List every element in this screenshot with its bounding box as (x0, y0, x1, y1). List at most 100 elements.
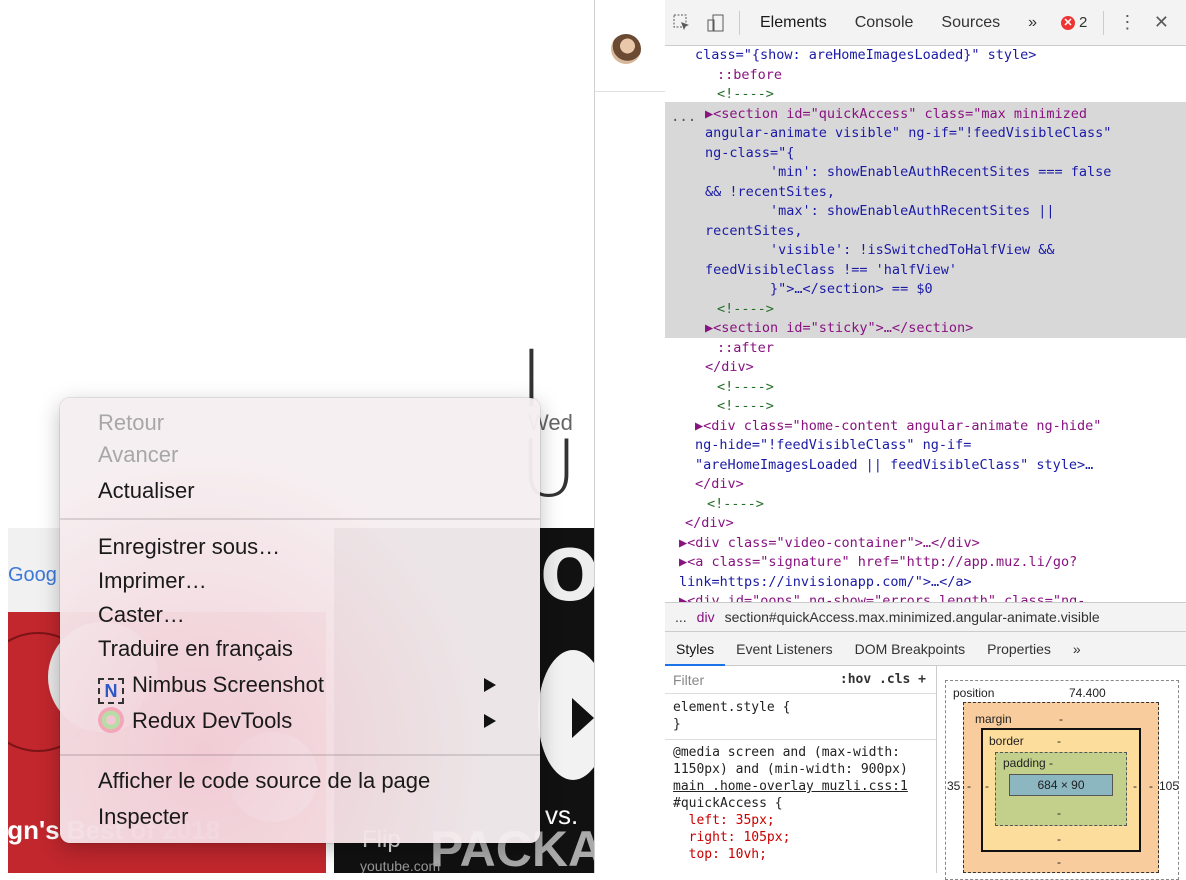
border-right-value[interactable]: - (1133, 779, 1137, 793)
device-toolbar-icon[interactable] (699, 0, 733, 46)
menu-item-nimbus-screenshot[interactable]: N Nimbus Screenshot (98, 670, 520, 704)
error-count-badge[interactable]: ✕ 2 (1051, 14, 1097, 31)
video-overlay-text: vs. (545, 800, 579, 830)
margin-label: margin (975, 712, 1012, 726)
more-style-tabs-button[interactable]: » (1062, 632, 1092, 666)
menu-item-translate[interactable]: Traduire en français (98, 634, 520, 664)
dom-tree[interactable]: ... class="{show: areHomeImagesLoaded}" … (665, 46, 1186, 602)
dom-node-line[interactable]: 'min': showEnableAuthRecentSites === fal… (705, 163, 1111, 183)
dom-node-line[interactable]: 'max': showEnableAuthRecentSites || (705, 202, 1054, 222)
menu-item-print[interactable]: Imprimer… (98, 566, 520, 596)
dom-node-line[interactable]: link=https://invisionapp.com/">…</a> (679, 573, 972, 593)
margin-right-value[interactable]: - (1149, 779, 1153, 793)
style-property[interactable]: right: 105px; (673, 830, 791, 845)
border-value[interactable]: - (1057, 734, 1061, 748)
menu-item-save-as[interactable]: Enregistrer sous… (98, 532, 520, 562)
style-line: @media screen and (max-width: (673, 745, 900, 760)
menu-item-forward[interactable]: Avancer (98, 440, 520, 470)
dom-node-line[interactable]: <!----> (707, 495, 764, 515)
tab-event-listeners[interactable]: Event Listeners (725, 632, 844, 666)
dom-node-line[interactable]: class="{show: areHomeImagesLoaded}" styl… (695, 46, 1036, 66)
dom-node-line[interactable]: ng-hide="!feedVisibleClass" ng-if= (695, 436, 971, 456)
menu-item-label: Nimbus Screenshot (132, 672, 324, 697)
breadcrumb: ... div section#quickAccess.max.minimize… (665, 602, 1186, 632)
styles-filter[interactable]: Filter :hov .cls + (665, 666, 936, 694)
dom-node-line[interactable]: feedVisibleClass !== 'halfView' (705, 261, 957, 281)
breadcrumb-item-current[interactable]: section#quickAccess.max.minimized.angula… (725, 609, 1100, 625)
dom-node-line[interactable]: </div> (685, 514, 734, 534)
close-icon[interactable]: ✕ (1144, 0, 1178, 46)
styles-pane: Filter :hov .cls + element.style { } @me… (665, 666, 937, 873)
menu-item-label: Redux DevTools (132, 708, 293, 733)
style-property[interactable]: left: 35px; (673, 813, 775, 828)
dom-node-line[interactable]: ▶<section id="sticky">…</section> (705, 319, 973, 339)
kebab-menu-icon[interactable]: ⋮ (1110, 0, 1144, 46)
dom-node-line[interactable]: recentSites, (705, 222, 803, 242)
tab-styles[interactable]: Styles (665, 632, 726, 666)
margin-value[interactable]: - (1059, 712, 1063, 726)
dom-node-line[interactable]: ▶<div class="home-content angular-animat… (695, 417, 1101, 437)
toolbar-divider (739, 10, 740, 35)
breadcrumb-ellipsis[interactable]: ... (675, 609, 687, 625)
dom-node-line[interactable]: ng-class="{ (705, 144, 794, 164)
breadcrumb-item[interactable]: div (697, 609, 715, 625)
inspect-element-icon[interactable] (665, 0, 699, 46)
menu-item-label: Actualiser (98, 478, 195, 503)
dom-node-line[interactable]: ::after (717, 339, 774, 359)
position-value[interactable]: 74.400 (1069, 686, 1106, 700)
menu-item-back[interactable]: Retour (98, 408, 520, 438)
style-property[interactable]: top: 10vh; (673, 847, 767, 862)
dom-node-line[interactable]: </div> (695, 475, 744, 495)
dom-node-line[interactable]: ▶<div id="oops" ng-show="errors.length" … (679, 592, 1085, 602)
border-bottom-value[interactable]: - (1057, 832, 1061, 846)
video-source: youtube.com (360, 858, 441, 873)
tab-console[interactable]: Console (841, 0, 928, 46)
menu-item-view-source[interactable]: Afficher le code source de la page (98, 766, 520, 796)
more-tabs-button[interactable]: » (1014, 0, 1051, 46)
dom-node-line[interactable]: <!----> (717, 300, 774, 320)
dom-node-line[interactable]: "areHomeImagesLoaded || feedVisibleClass… (695, 456, 1093, 476)
margin-left-value[interactable]: - (967, 779, 971, 793)
node-actions-ellipsis[interactable]: ... (671, 108, 696, 128)
tab-elements[interactable]: Elements (746, 0, 841, 46)
border-label: border (989, 734, 1024, 748)
dom-node-line[interactable]: ▶<a class="signature" href="http://app.m… (679, 553, 1077, 573)
position-label: position (953, 686, 995, 700)
tab-sources[interactable]: Sources (927, 0, 1014, 46)
dom-node-line[interactable]: ::before (717, 66, 782, 86)
tab-dom-breakpoints[interactable]: DOM Breakpoints (844, 632, 976, 666)
dom-node-line[interactable]: <!----> (717, 85, 774, 105)
dom-node-line[interactable]: <!----> (717, 378, 774, 398)
padding-label: padding - (1003, 756, 1054, 770)
position-right-value[interactable]: 105 (1159, 779, 1179, 793)
context-menu: Retour Avancer Actualiser Enregistrer sous…… (60, 398, 540, 843)
margin-bottom-value[interactable]: - (1057, 855, 1061, 869)
padding-bottom-value[interactable]: - (1057, 806, 1061, 820)
dom-node-line[interactable]: angular-animate visible" ng-if="!feedVis… (705, 124, 1111, 144)
box-model: position 74.400 margin - border - paddin… (937, 666, 1186, 880)
tab-properties[interactable]: Properties (976, 632, 1062, 666)
menu-item-reload[interactable]: Actualiser (98, 476, 520, 506)
box-model-content[interactable]: 684 × 90 (1009, 774, 1113, 796)
filter-tools[interactable]: :hov .cls + (840, 672, 926, 687)
dom-node-line[interactable]: ▶<div class="video-container">…</div> (679, 534, 980, 554)
stylesheet-link[interactable]: main .home-overlay muzli.css:1 (673, 779, 908, 794)
menu-item-inspect[interactable]: Inspecter (98, 802, 520, 832)
dom-node-line[interactable]: <!----> (717, 397, 774, 417)
position-left-value[interactable]: 35 (947, 779, 960, 793)
dom-node-line[interactable]: }">…</section> == $0 (705, 280, 933, 300)
style-line: } (673, 717, 681, 732)
submenu-arrow-icon (484, 678, 496, 692)
dom-node-line[interactable]: </div> (705, 358, 754, 378)
dom-node-line[interactable]: ▶<section id="quickAccess" class="max mi… (705, 105, 1087, 125)
menu-item-label: Imprimer… (98, 568, 207, 593)
menu-item-redux-devtools[interactable]: Redux DevTools (98, 706, 520, 736)
dom-node-line[interactable]: && !recentSites, (705, 183, 835, 203)
menu-item-label: Retour (98, 410, 165, 435)
avatar[interactable] (611, 34, 641, 64)
filter-input[interactable]: Filter (673, 672, 704, 688)
menu-item-label: Avancer (98, 442, 179, 467)
menu-item-cast[interactable]: Caster… (98, 600, 520, 630)
border-left-value[interactable]: - (985, 779, 989, 793)
dom-node-line[interactable]: 'visible': !isSwitchedToHalfView && (705, 241, 1054, 261)
